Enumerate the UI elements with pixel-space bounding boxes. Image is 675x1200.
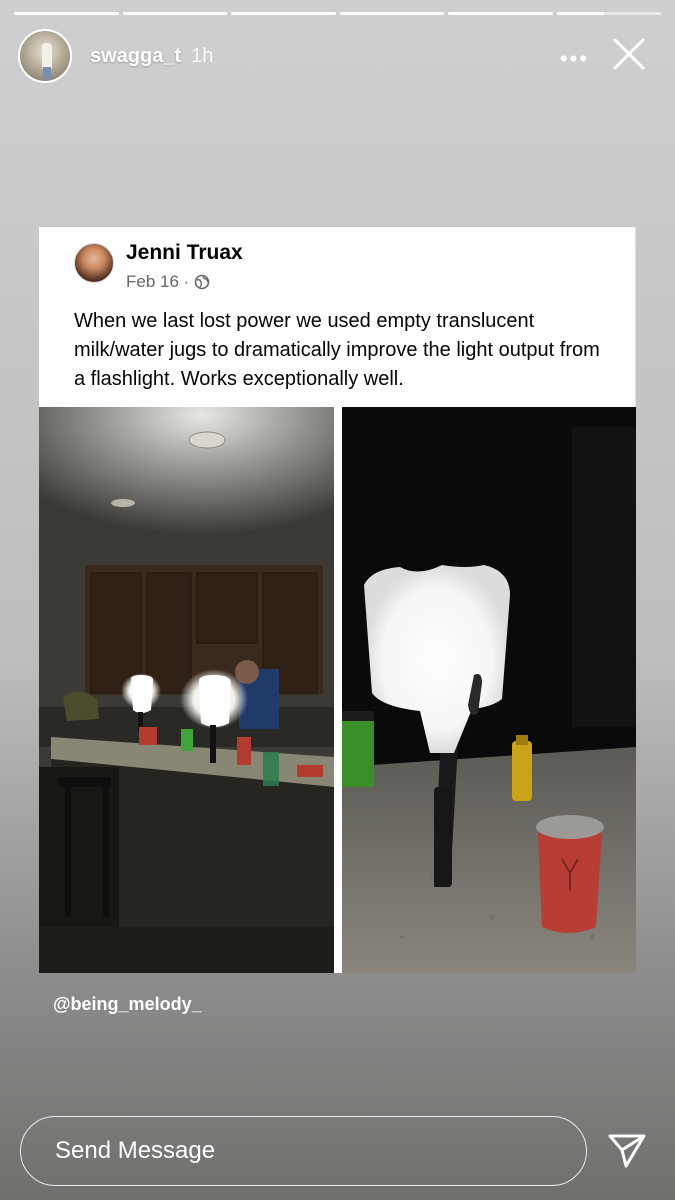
shared-post[interactable]: Jenni Truax Feb 16 · When we last lost p… [39, 227, 636, 973]
globe-icon [195, 274, 210, 290]
story-progress-fill [556, 12, 604, 15]
story-progress-segment [231, 12, 336, 15]
send-message-input[interactable]: Send Message [20, 1116, 587, 1186]
post-date: Feb 16 · [126, 272, 210, 292]
flashlight-jug-photo [342, 407, 636, 973]
story-progress-fill [122, 12, 227, 15]
post-date-text: Feb 16 · [126, 272, 190, 291]
story-progress-segment [14, 12, 119, 15]
kitchen-photo [39, 407, 334, 973]
mention-sticker[interactable]: @being_melody_ [53, 994, 202, 1015]
story-progress-segment [448, 12, 553, 15]
paper-plane-icon[interactable] [606, 1130, 648, 1172]
story-header: swagga_t 1h ••• [18, 28, 661, 84]
story-progress-fill [14, 12, 119, 15]
post-author-avatar [74, 243, 114, 283]
post-time: 1h [191, 44, 214, 67]
post-text: When we last lost power we used empty tr… [74, 310, 600, 390]
story-progress-bar [14, 12, 661, 15]
avatar[interactable] [18, 29, 72, 83]
send-message-placeholder: Send Message [55, 1137, 216, 1164]
username[interactable]: swagga_t [90, 45, 181, 68]
story-progress-segment [122, 12, 227, 15]
post-author-name: Jenni Truax [126, 241, 243, 264]
more-horizontal-icon[interactable]: ••• [560, 46, 589, 72]
story-progress-fill [339, 12, 444, 15]
story-progress-segment [339, 12, 444, 15]
story-progress-fill [448, 12, 553, 15]
story-progress-fill [231, 12, 336, 15]
close-icon[interactable] [611, 36, 647, 72]
story-progress-segment [556, 12, 661, 15]
